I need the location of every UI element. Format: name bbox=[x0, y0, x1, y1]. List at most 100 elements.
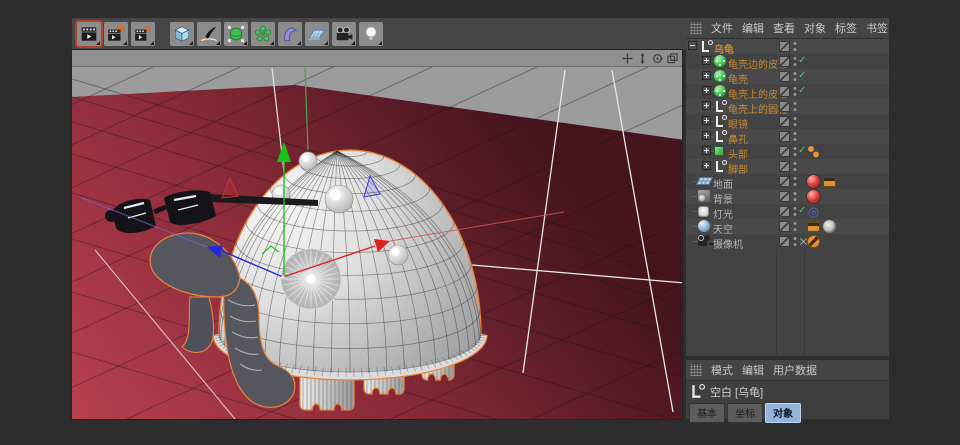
light-button[interactable] bbox=[359, 22, 383, 46]
attribute-manager-menu-item[interactable]: 模式 bbox=[711, 362, 733, 378]
object-row-glasses[interactable]: 眼镜 bbox=[686, 114, 889, 131]
tab-基本[interactable]: 基本 bbox=[689, 403, 725, 423]
visibility-dots-icon[interactable] bbox=[793, 56, 797, 67]
object-row-background[interactable]: 背景 bbox=[686, 189, 889, 206]
material-red-tag-icon[interactable] bbox=[807, 190, 820, 203]
object-row-turtle[interactable]: 乌龟 bbox=[686, 39, 889, 56]
rotate-icon[interactable] bbox=[651, 52, 663, 64]
visibility-dots-icon[interactable] bbox=[793, 86, 797, 97]
expander-icon[interactable] bbox=[702, 146, 711, 155]
enable-toggle-icon[interactable] bbox=[779, 71, 790, 82]
maximize-icon[interactable] bbox=[666, 52, 678, 64]
enable-toggle-icon[interactable] bbox=[779, 101, 790, 112]
expander-icon[interactable] bbox=[702, 86, 711, 95]
expander-icon[interactable] bbox=[702, 56, 711, 65]
attribute-manager-menu-item[interactable]: 用户数据 bbox=[773, 362, 817, 378]
render-view-button[interactable] bbox=[77, 22, 101, 46]
enabled-check-icon[interactable]: ✓ bbox=[798, 85, 806, 96]
array-modeling-button[interactable] bbox=[251, 22, 275, 46]
enable-toggle-icon[interactable] bbox=[779, 191, 790, 202]
shell-front-disc bbox=[280, 248, 342, 310]
compositing-tag-icon[interactable] bbox=[807, 221, 820, 232]
object-row-shell-top-belt[interactable]: 龟壳上的皮带 ✓ bbox=[686, 84, 889, 101]
object-label[interactable]: 摄像机 bbox=[713, 236, 743, 251]
object-row-light[interactable]: 灯光 ✓ ◎ bbox=[686, 204, 889, 221]
enable-toggle-icon[interactable] bbox=[779, 116, 790, 127]
object-row-shell-cylinders[interactable]: 龟壳上的圆柱 bbox=[686, 99, 889, 116]
panel-grip-icon[interactable] bbox=[690, 364, 702, 376]
render-settings-button[interactable] bbox=[131, 22, 155, 46]
subdivision-surface-button[interactable] bbox=[224, 22, 248, 46]
material-red-tag-icon[interactable] bbox=[807, 175, 820, 188]
tab-坐标[interactable]: 坐标 bbox=[727, 403, 763, 423]
hypernurbs-object-icon bbox=[714, 55, 726, 67]
viewport-3d[interactable] bbox=[71, 49, 685, 420]
compositing-tag-icon[interactable] bbox=[823, 176, 836, 187]
object-manager-panel: 文件 编辑 查看 对象 标签 书签 乌龟 龟壳边的皮带 ✓ 龟壳 ✓ 龟壳上的皮带 ✓ 龟壳上的圆柱 眼镜… bbox=[686, 18, 889, 356]
enable-toggle-icon[interactable] bbox=[779, 56, 790, 67]
enabled-check-icon[interactable]: ✓ bbox=[798, 70, 806, 81]
panel-grip-icon[interactable] bbox=[690, 22, 702, 34]
object-row-shell[interactable]: 龟壳 ✓ bbox=[686, 69, 889, 86]
orange-dots-tag-icon[interactable] bbox=[807, 145, 820, 158]
object-manager-menu-item[interactable]: 文件 bbox=[711, 20, 733, 36]
texture-tag-icon[interactable] bbox=[823, 220, 836, 233]
expander-icon[interactable] bbox=[702, 131, 711, 140]
attribute-manager-menu-item[interactable]: 编辑 bbox=[742, 362, 764, 378]
visibility-dots-icon[interactable] bbox=[793, 131, 797, 142]
visibility-dots-icon[interactable] bbox=[793, 101, 797, 112]
expander-icon[interactable] bbox=[702, 101, 711, 110]
add-cube-button[interactable] bbox=[170, 22, 194, 46]
enable-toggle-icon[interactable] bbox=[779, 161, 790, 172]
object-tree: 乌龟 龟壳边的皮带 ✓ 龟壳 ✓ 龟壳上的皮带 ✓ 龟壳上的圆柱 眼镜 鼻孔 头部 ✓ 脚部 地面 背景 灯光… bbox=[686, 39, 889, 355]
expander-icon[interactable] bbox=[702, 116, 711, 125]
object-row-feet[interactable]: 脚部 bbox=[686, 159, 889, 176]
enable-toggle-icon[interactable] bbox=[779, 206, 790, 217]
expander-icon[interactable] bbox=[688, 41, 697, 50]
object-manager-menu-item[interactable]: 编辑 bbox=[742, 20, 764, 36]
visibility-dots-icon[interactable] bbox=[793, 206, 797, 217]
object-row-shell-edge-belt[interactable]: 龟壳边的皮带 ✓ bbox=[686, 54, 889, 71]
expander-icon[interactable] bbox=[702, 71, 711, 80]
object-row-ground[interactable]: 地面 bbox=[686, 174, 889, 191]
render-picture-viewer-button[interactable] bbox=[104, 22, 128, 46]
attribute-tabs: 基本 坐标 对象 bbox=[686, 403, 889, 423]
visibility-dots-icon[interactable] bbox=[793, 176, 797, 187]
tab-对象[interactable]: 对象 bbox=[765, 403, 801, 423]
object-manager-menu-item[interactable]: 对象 bbox=[804, 20, 826, 36]
enabled-check-icon[interactable]: ✓ bbox=[798, 145, 806, 156]
enable-toggle-icon[interactable] bbox=[779, 236, 790, 247]
object-row-nostrils[interactable]: 鼻孔 bbox=[686, 129, 889, 146]
bend-deformer-button[interactable] bbox=[278, 22, 302, 46]
object-row-head[interactable]: 头部 ✓ bbox=[686, 144, 889, 161]
enable-toggle-icon[interactable] bbox=[779, 221, 790, 232]
visibility-dots-icon[interactable] bbox=[793, 161, 797, 172]
enable-toggle-icon[interactable] bbox=[779, 131, 790, 142]
enable-toggle-icon[interactable] bbox=[779, 146, 790, 157]
visibility-dots-icon[interactable] bbox=[793, 221, 797, 232]
spline-pen-button[interactable] bbox=[197, 22, 221, 46]
viewport-canvas[interactable] bbox=[72, 50, 685, 419]
enable-toggle-icon[interactable] bbox=[779, 176, 790, 187]
object-row-camera[interactable]: 摄像机 bbox=[686, 234, 889, 251]
object-manager-menu-item[interactable]: 标签 bbox=[835, 20, 857, 36]
target-tag-icon[interactable]: ◎ bbox=[807, 205, 820, 218]
expander-icon[interactable] bbox=[702, 161, 711, 170]
enabled-check-icon[interactable]: ✓ bbox=[798, 205, 806, 216]
protection-tag-icon[interactable] bbox=[807, 235, 820, 248]
visibility-dots-icon[interactable] bbox=[793, 41, 797, 52]
object-row-sky[interactable]: 天空 bbox=[686, 219, 889, 236]
camera-button[interactable] bbox=[332, 22, 356, 46]
visibility-dots-icon[interactable] bbox=[793, 116, 797, 127]
pan-icon[interactable] bbox=[621, 52, 633, 64]
visibility-dots-icon[interactable] bbox=[793, 71, 797, 82]
enabled-check-icon[interactable]: ✓ bbox=[798, 55, 806, 66]
dolly-icon[interactable] bbox=[636, 52, 648, 64]
floor-environment-button[interactable] bbox=[305, 22, 329, 46]
enable-toggle-icon[interactable] bbox=[779, 86, 790, 97]
object-manager-menu-item[interactable]: 查看 bbox=[773, 20, 795, 36]
visibility-dots-icon[interactable] bbox=[793, 191, 797, 202]
object-manager-menu-item[interactable]: 书签 bbox=[866, 20, 888, 36]
enable-toggle-icon[interactable] bbox=[779, 41, 790, 52]
visibility-dots-icon[interactable] bbox=[793, 146, 797, 157]
